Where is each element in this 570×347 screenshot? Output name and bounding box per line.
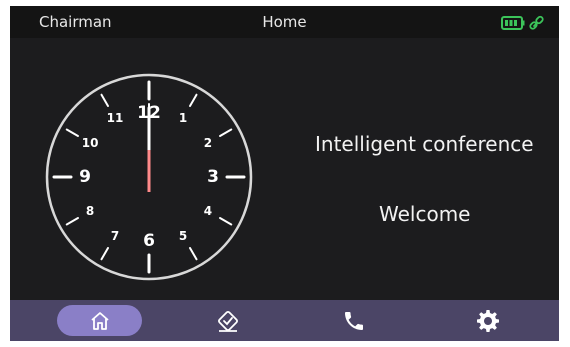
clock-tick <box>189 93 198 107</box>
analog-clock: 121234567891011 <box>45 73 253 281</box>
nav-call-button[interactable] <box>336 305 372 336</box>
battery-full-icon <box>501 16 525 30</box>
clock-number: 7 <box>111 229 119 243</box>
nav-settings-button[interactable] <box>470 305 506 336</box>
clock-number: 10 <box>82 136 99 150</box>
clock-tick <box>189 247 198 261</box>
nav-approve-button[interactable] <box>210 305 246 336</box>
clock-tick <box>219 128 233 137</box>
clock-number: 6 <box>143 231 155 251</box>
device-screen: Chairman Home 121234567891011 Intelligen… <box>10 6 559 341</box>
clock-tick <box>219 217 233 226</box>
phone-icon <box>345 311 363 330</box>
clock-number: 2 <box>204 136 212 150</box>
conference-title: Intelligent conference <box>315 132 534 156</box>
gear-icon <box>477 309 499 332</box>
clock-number: 9 <box>79 167 91 187</box>
welcome-text: Welcome <box>379 202 471 226</box>
clock-number: 3 <box>207 167 219 187</box>
clock-tick <box>65 217 79 226</box>
link-icon <box>529 15 544 30</box>
clock-number: 5 <box>179 229 187 243</box>
bottom-nav <box>10 300 559 341</box>
clock-number: 4 <box>204 204 212 218</box>
clock-number: 8 <box>86 204 94 218</box>
status-icons <box>501 15 544 30</box>
checkmark-badge-icon <box>218 310 238 332</box>
page-title: Home <box>262 13 307 31</box>
clock-tick <box>100 247 109 261</box>
clock-number: 11 <box>107 111 124 125</box>
nav-home-button[interactable] <box>57 305 142 336</box>
clock-tick <box>100 93 109 107</box>
status-bar: Chairman Home <box>10 6 559 38</box>
clock-tick <box>65 128 79 137</box>
home-icon <box>90 311 109 330</box>
clock-number: 1 <box>179 111 187 125</box>
